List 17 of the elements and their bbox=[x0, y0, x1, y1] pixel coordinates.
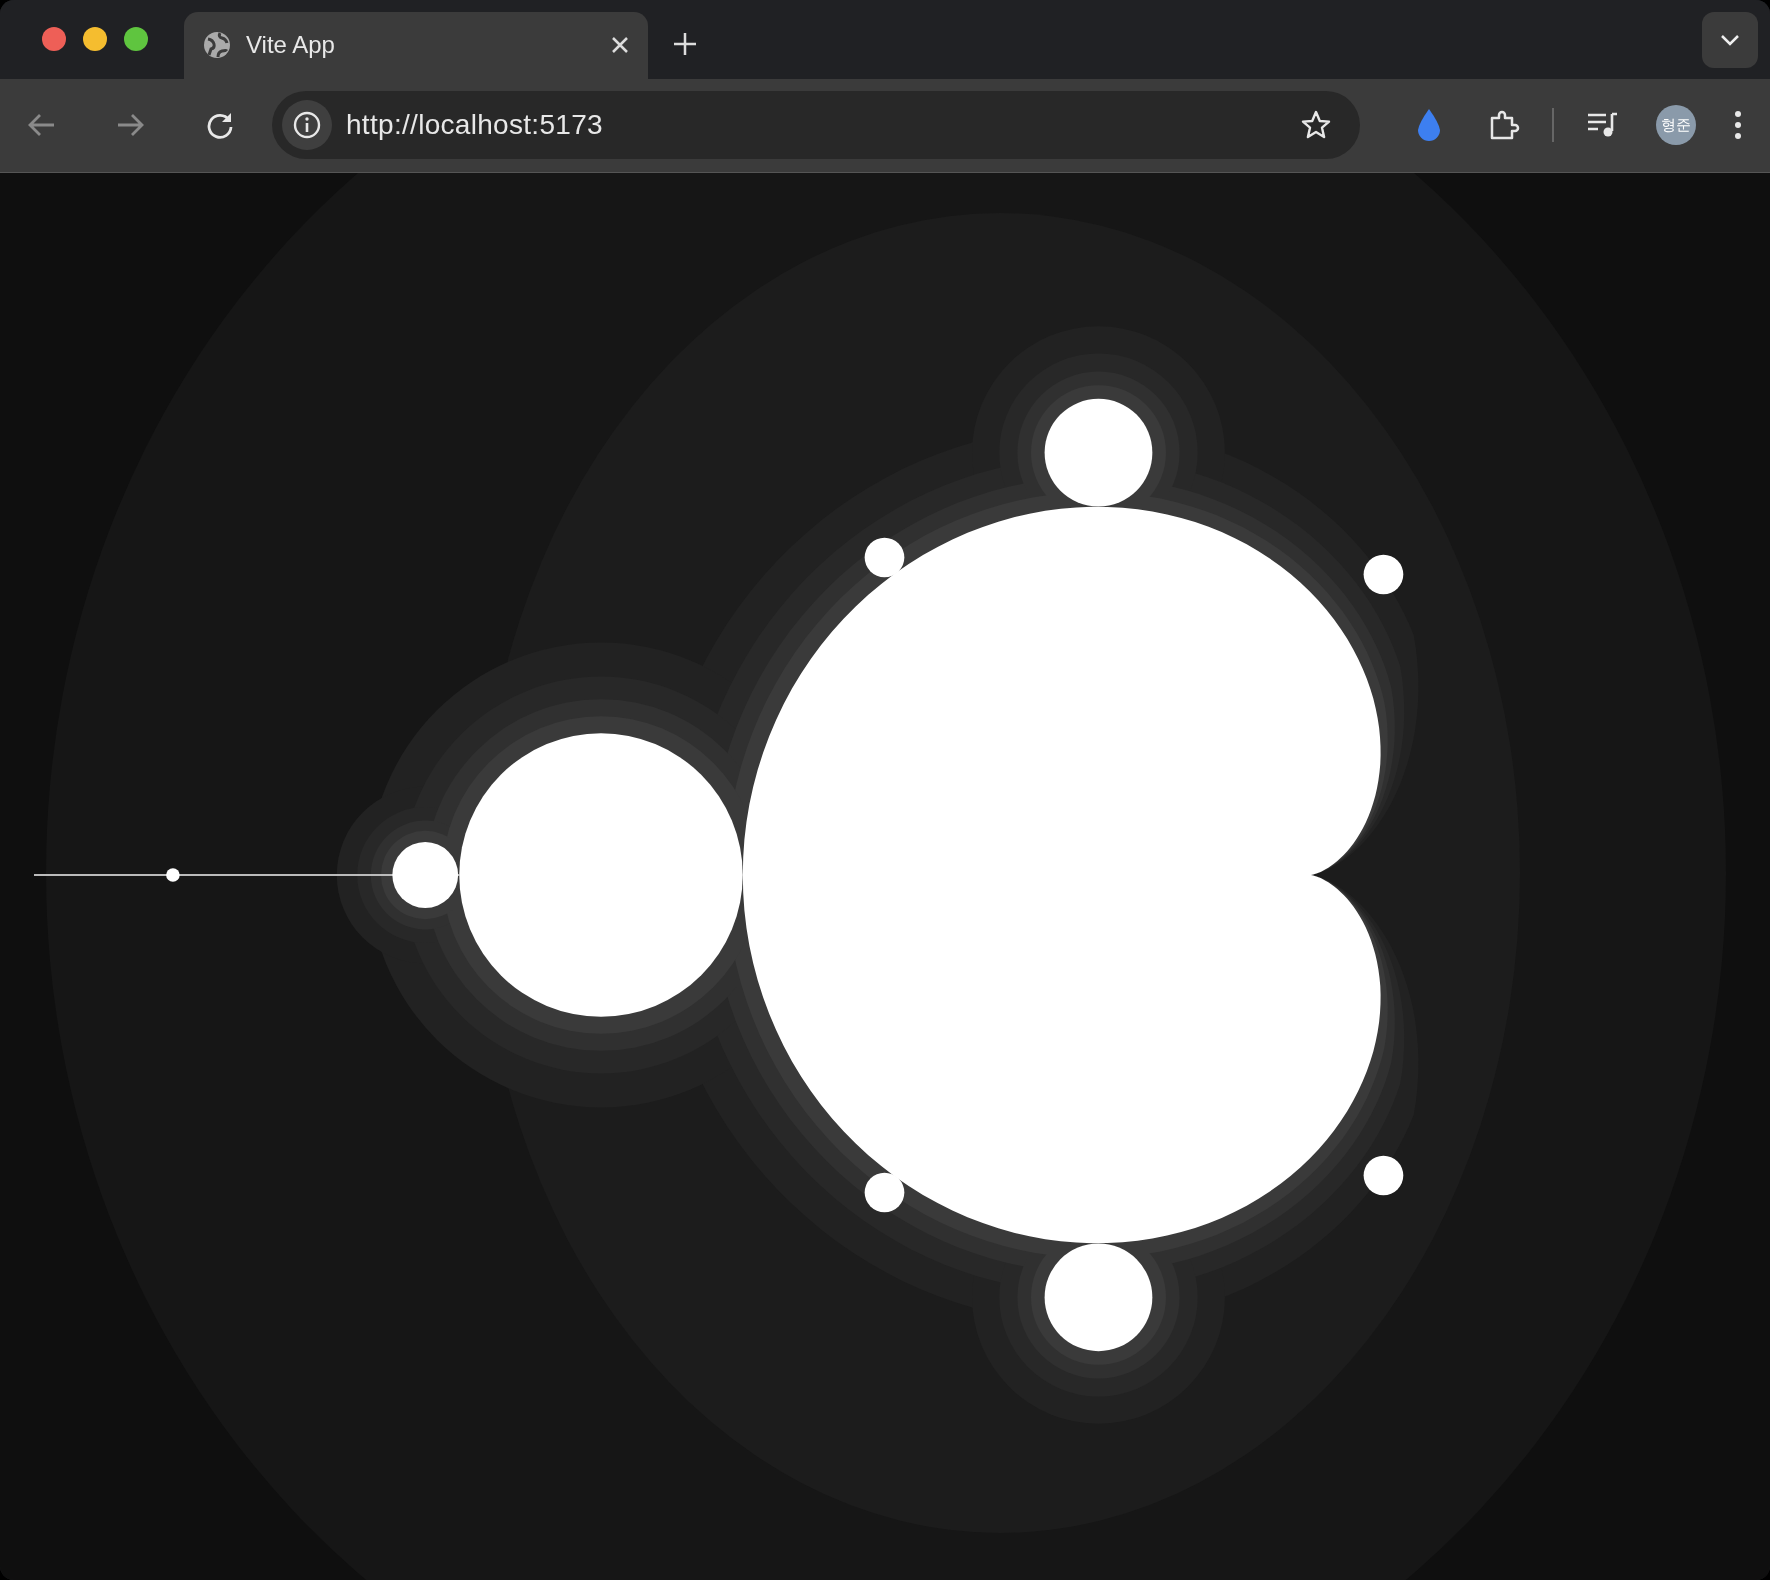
close-window-button[interactable] bbox=[42, 27, 66, 52]
drop-icon[interactable] bbox=[1416, 108, 1442, 143]
plus-icon[interactable] bbox=[672, 30, 698, 57]
browser-tab[interactable]: Vite App bbox=[184, 11, 648, 79]
globe-icon bbox=[202, 30, 232, 61]
chevron-down-icon bbox=[1720, 34, 1740, 46]
puzzle-icon[interactable] bbox=[1488, 109, 1520, 142]
minimize-window-button[interactable] bbox=[83, 27, 107, 52]
maximize-window-button[interactable] bbox=[124, 27, 148, 52]
tab-title: Vite App bbox=[246, 31, 336, 60]
address-bar[interactable]: http://localhost:5173 bbox=[272, 91, 1360, 160]
tab-list-button[interactable] bbox=[1702, 12, 1758, 68]
info-icon bbox=[293, 111, 321, 140]
reload-icon[interactable] bbox=[206, 111, 234, 140]
url-text: http://localhost:5173 bbox=[346, 109, 604, 142]
site-info-button[interactable] bbox=[282, 100, 332, 151]
menu-icon[interactable] bbox=[1734, 110, 1742, 141]
